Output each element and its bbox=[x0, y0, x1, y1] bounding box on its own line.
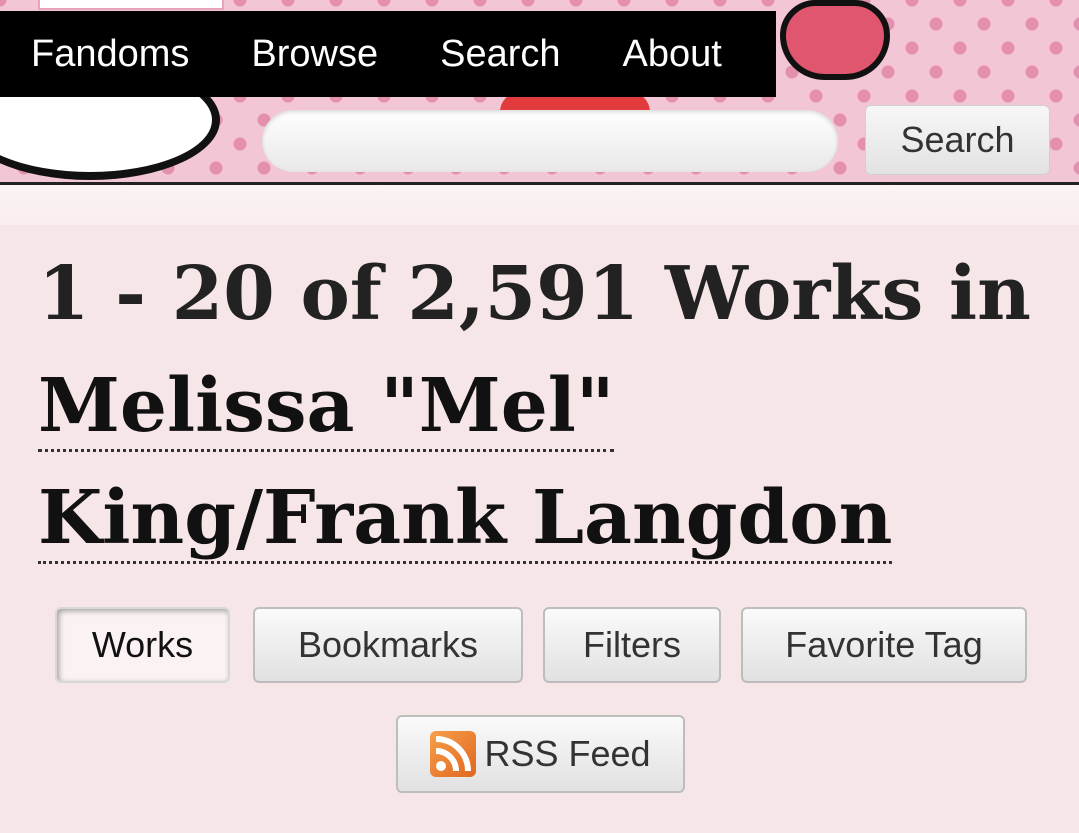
search-input[interactable] bbox=[262, 110, 838, 172]
page-heading: 1 - 20 of 2,591 Works in Melissa "Mel" K… bbox=[38, 238, 1058, 574]
banner-decoration bbox=[780, 0, 890, 80]
tag-link-continued[interactable]: King/Frank Langdon bbox=[38, 475, 893, 564]
primary-navigation: Fandoms Browse Search About bbox=[0, 11, 776, 97]
nav-search[interactable]: Search bbox=[409, 33, 591, 76]
rss-feed-button[interactable]: RSS Feed bbox=[396, 715, 685, 793]
nav-fandoms[interactable]: Fandoms bbox=[0, 33, 220, 76]
bookmarks-button[interactable]: Bookmarks bbox=[253, 607, 523, 683]
nav-about[interactable]: About bbox=[592, 33, 753, 76]
banner-tab bbox=[38, 0, 224, 10]
nav-browse[interactable]: Browse bbox=[220, 33, 409, 76]
favorite-tag-button[interactable]: Favorite Tag bbox=[741, 607, 1027, 683]
rss-feed-label: RSS Feed bbox=[484, 733, 651, 774]
works-count: 1 - 20 of 2,591 Works in bbox=[38, 251, 1031, 337]
rss-feed-icon bbox=[430, 731, 477, 777]
tag-line-2-wrapper: King/Frank Langdon bbox=[38, 462, 1058, 574]
works-button[interactable]: Works bbox=[55, 607, 230, 683]
tag-actions: Works Bookmarks Filters Favorite Tag bbox=[0, 607, 1079, 687]
tag-link[interactable]: Melissa "Mel" bbox=[38, 363, 615, 452]
filters-button[interactable]: Filters bbox=[543, 607, 721, 683]
tag-line-1-wrapper: Melissa "Mel" bbox=[38, 350, 1058, 462]
banner-lower-strip bbox=[0, 185, 1079, 225]
search-button[interactable]: Search bbox=[865, 105, 1050, 175]
